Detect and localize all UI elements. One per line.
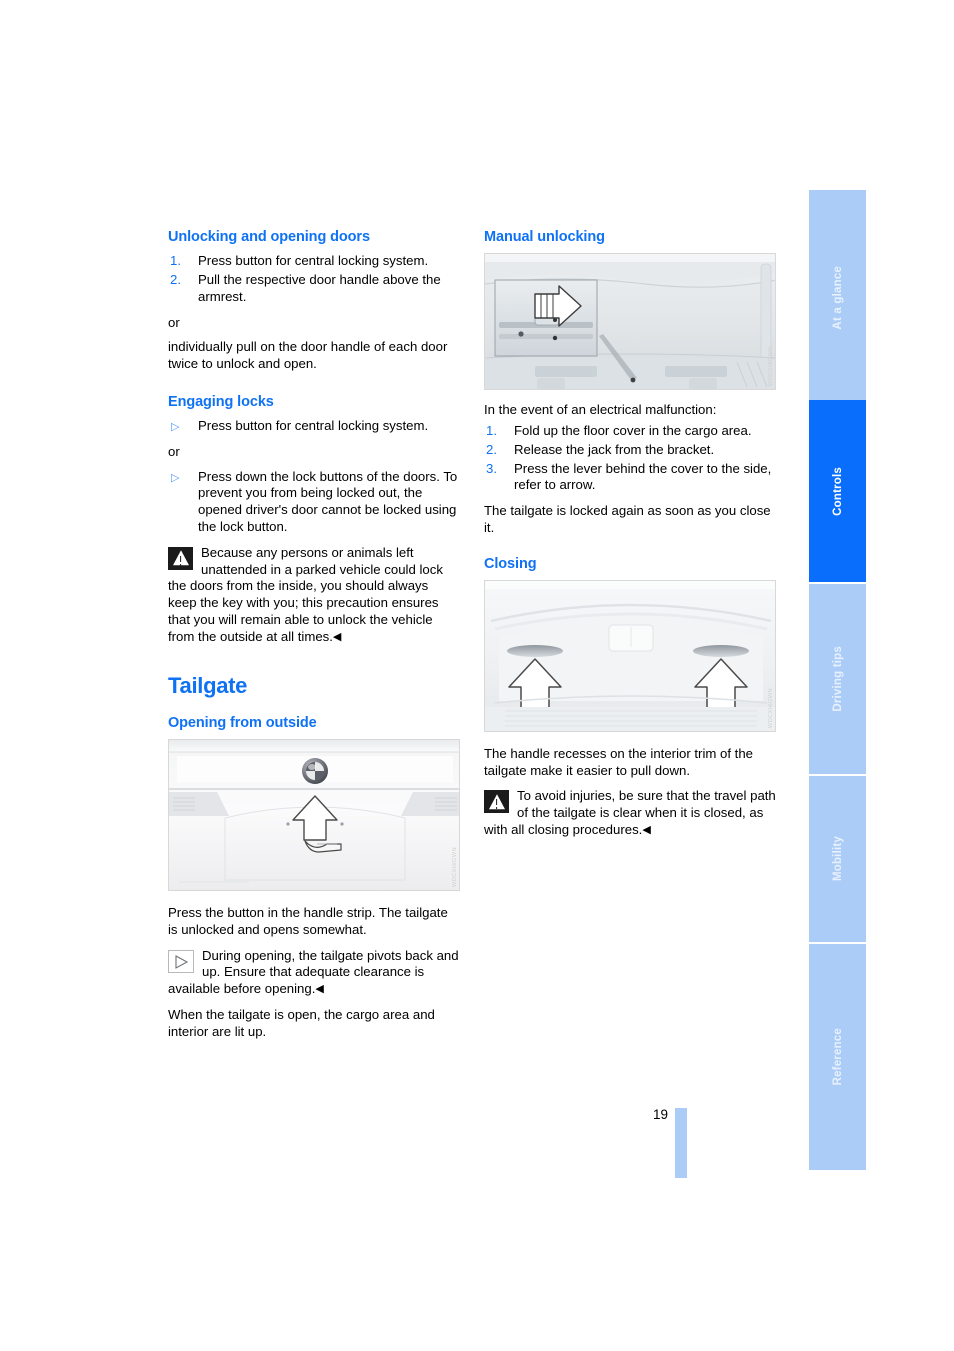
section-tab-rail: At a glance Controls Driving tips Mobili… xyxy=(809,190,866,1170)
bullet-text: Press button for central locking system. xyxy=(198,418,429,434)
figure-tailgate-exterior: WDCXHIGWN xyxy=(168,738,460,891)
list-item: ▷ Press down the lock buttons of the doo… xyxy=(168,469,460,536)
step-number: 2. xyxy=(170,271,181,287)
list-item: ▷ Press button for central locking syste… xyxy=(168,418,460,435)
tailgate-exterior-photo xyxy=(169,739,459,890)
engaging-locks-list-first: ▷ Press button for central locking syste… xyxy=(168,418,460,435)
or-separator: or xyxy=(168,314,180,330)
opening-outside-paragraph-2: When the tailgate is open, the cargo are… xyxy=(168,1006,435,1039)
figure-closing: WDCXHIGWN xyxy=(484,579,776,732)
figure-code: WDCXHIGWN xyxy=(768,346,774,387)
unlocking-alternative-text: individually pull on the door handle of … xyxy=(168,339,448,372)
heading-manual-unlocking: Manual unlocking xyxy=(484,229,605,245)
page-marker-bar xyxy=(675,1108,687,1178)
left-handle-recess xyxy=(507,644,563,657)
warning-text: Because any persons or animals left unat… xyxy=(168,544,443,644)
heading-unlocking-and-opening-doors: Unlocking and opening doors xyxy=(168,229,370,245)
opening-outside-paragraph-1: Press the button in the handle strip. Th… xyxy=(168,904,448,937)
warning-text: To avoid injuries, be sure that the trav… xyxy=(484,788,776,838)
manual-unlocking-photo xyxy=(485,254,775,390)
bullet-text: Press down the lock buttons of the doors… xyxy=(198,468,458,535)
left-column: Unlocking and opening doors 1. Press but… xyxy=(168,228,460,1049)
step-number: 2. xyxy=(486,441,497,457)
step-text: Press the lever behind the cover to the … xyxy=(514,460,772,493)
tab-label: Driving tips xyxy=(831,646,844,712)
tab-driving-tips[interactable]: Driving tips xyxy=(809,584,866,774)
manual-page: Unlocking and opening doors 1. Press but… xyxy=(0,0,954,1351)
heading-opening-from-outside: Opening from outside xyxy=(168,714,317,731)
step-number: 3. xyxy=(486,460,497,476)
warning-notice-engaging-locks: Because any persons or animals left unat… xyxy=(168,545,460,646)
tab-at-a-glance[interactable]: At a glance xyxy=(809,190,866,406)
right-handle-recess xyxy=(693,644,749,657)
tab-label: Controls xyxy=(831,466,844,516)
list-item: 3. Press the lever behind the cover to t… xyxy=(484,461,776,495)
step-number: 1. xyxy=(486,422,497,438)
end-mark-icon: ◀ xyxy=(332,630,342,643)
tab-controls[interactable]: Controls xyxy=(809,400,866,582)
note-triangle-icon xyxy=(168,949,194,973)
list-item: 2. Pull the respective door handle above… xyxy=(168,272,460,306)
figure-code: WDCXHIGWN xyxy=(768,687,774,728)
warning-triangle-icon xyxy=(484,790,509,814)
manual-unlocking-closing-note: The tailgate is locked again as soon as … xyxy=(484,503,771,535)
right-column: Manual unlocking WDCXHIGWN In the event … xyxy=(484,228,776,848)
tab-reference[interactable]: Reference xyxy=(809,944,866,1170)
note-notice-opening: During opening, the tailgate pivots back… xyxy=(168,948,460,998)
manual-unlocking-steps-list: 1. Fold up the floor cover in the cargo … xyxy=(484,423,776,494)
chapter-title-tailgate: Tailgate xyxy=(168,672,248,698)
tab-label: Mobility xyxy=(831,836,844,882)
step-text: Press button for central locking system. xyxy=(198,253,429,269)
tailgate-interior-trim-photo xyxy=(485,580,775,731)
tab-label: Reference xyxy=(831,1028,844,1086)
figure-manual-unlocking: WDCXHIGWN xyxy=(484,253,776,391)
step-text: Pull the respective door handle above th… xyxy=(198,271,441,304)
step-text: Release the jack from the bracket. xyxy=(514,441,715,457)
warning-triangle-icon xyxy=(168,546,193,570)
triangle-bullet-icon: ▷ xyxy=(171,471,180,484)
unlocking-steps-list: 1. Press button for central locking syst… xyxy=(168,253,460,305)
heading-closing: Closing xyxy=(484,555,537,572)
figure-code: WDCXHIGWN xyxy=(452,846,458,887)
list-item: 1. Press button for central locking syst… xyxy=(168,253,460,270)
tab-label: At a glance xyxy=(831,266,844,330)
heading-engaging-locks: Engaging locks xyxy=(168,393,274,410)
list-item: 2. Release the jack from the bracket. xyxy=(484,442,776,459)
engaging-locks-list-second: ▷ Press down the lock buttons of the doo… xyxy=(168,469,460,536)
warning-notice-closing: To avoid injuries, be sure that the trav… xyxy=(484,788,776,838)
step-text: Fold up the floor cover in the cargo are… xyxy=(514,422,752,438)
page-number: 19 xyxy=(652,1107,668,1122)
or-separator: or xyxy=(168,443,180,459)
list-item: 1. Fold up the floor cover in the cargo … xyxy=(484,423,776,440)
end-mark-icon: ◀ xyxy=(642,824,651,837)
note-text: During opening, the tailgate pivots back… xyxy=(168,947,459,997)
step-number: 1. xyxy=(170,253,181,269)
triangle-bullet-icon: ▷ xyxy=(171,421,180,434)
manual-unlocking-intro: In the event of an electrical malfunctio… xyxy=(484,402,717,418)
inset-detail-box xyxy=(494,279,598,357)
end-mark-icon: ◀ xyxy=(315,983,324,996)
tab-mobility[interactable]: Mobility xyxy=(809,776,866,942)
closing-paragraph-1: The handle recesses on the interior trim… xyxy=(484,745,754,778)
